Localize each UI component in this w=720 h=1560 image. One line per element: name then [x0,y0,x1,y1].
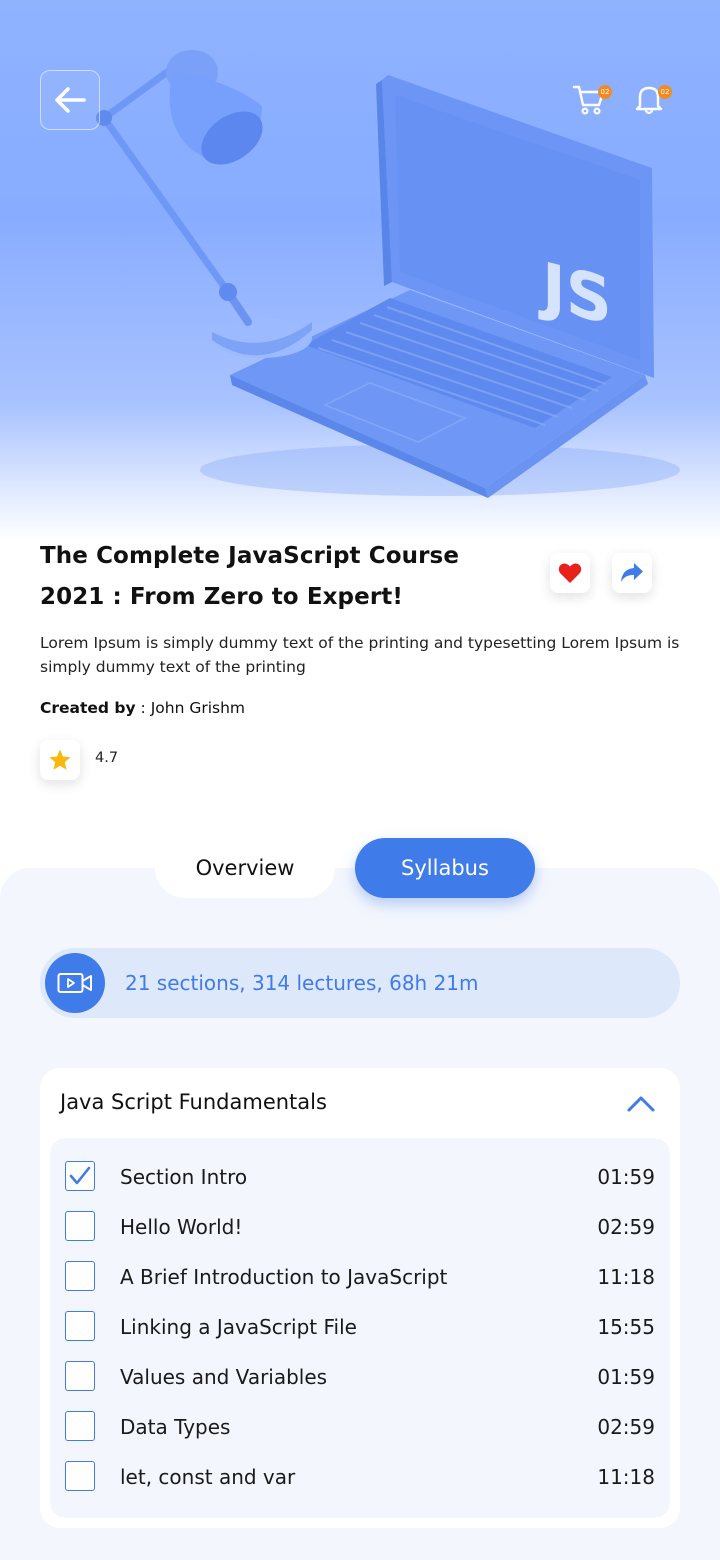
lesson-duration: 01:59 [597,1165,655,1189]
laptop-lamp-illustration: JS [96,50,680,498]
section-title[interactable]: Java Script Fundamentals [60,1090,327,1114]
back-button[interactable] [40,70,100,130]
lesson-title: let, const and var [120,1465,296,1489]
course-title: The Complete JavaScript Course 2021 : Fr… [40,536,520,618]
lesson-row[interactable]: let, const and var 11:18 [50,1452,670,1502]
rating-value: 4.7 [95,750,119,766]
cart-badge: 02 [598,85,612,99]
arrow-left-icon [55,87,86,113]
lesson-list: Section Intro 01:59 Hello World! 02:59 A Bri… [50,1138,670,1518]
lesson-title: A Brief Introduction to JavaScript [120,1265,448,1289]
lesson-row[interactable]: Hello World! 02:59 [50,1202,670,1252]
share-icon [621,563,643,582]
summary-text: 21 sections, 314 lectures, 68h 21m [125,971,479,995]
cart-button[interactable]: 02 [572,82,612,122]
created-by: Created by : John Grishm [40,699,245,717]
check-icon [69,1166,91,1185]
video-icon-circle [45,953,105,1013]
lesson-checkbox[interactable] [65,1311,95,1341]
tab-syllabus[interactable]: Syllabus [355,838,535,898]
rating-badge [40,740,80,780]
lesson-title: Hello World! [120,1215,243,1239]
notification-button[interactable]: 02 [632,82,672,122]
favorite-button[interactable] [550,553,590,593]
lesson-duration: 11:18 [597,1265,655,1289]
star-icon [49,749,71,770]
chevron-up-icon[interactable] [626,1092,656,1116]
lesson-row[interactable]: Section Intro 01:59 [50,1152,670,1202]
course-description: Lorem Ipsum is simply dummy text of the … [40,634,680,676]
lesson-checkbox[interactable] [65,1411,95,1441]
author-name: John Grishm [150,699,246,717]
notification-badge: 02 [658,85,672,99]
section-card: Java Script Fundamentals Section Intro 01… [40,1068,680,1528]
lesson-row[interactable]: Values and Variables 01:59 [50,1352,670,1402]
lesson-title: Section Intro [120,1165,248,1189]
created-by-label: Created by [40,699,136,717]
lesson-title: Linking a JavaScript File [120,1315,357,1339]
lesson-checkbox[interactable] [65,1261,95,1291]
lesson-row[interactable]: A Brief Introduction to JavaScript 11:18 [50,1252,670,1302]
lesson-duration: 15:55 [597,1315,655,1339]
lesson-checkbox[interactable] [65,1161,95,1191]
course-title-line1: The Complete JavaScript Course [40,543,460,569]
share-button[interactable] [612,553,652,593]
hero-banner: JS 02 02 [0,0,720,540]
tab-overview[interactable]: Overview [155,838,335,898]
course-title-line2: 2021 : From Zero to Expert! [40,584,403,610]
lesson-checkbox[interactable] [65,1211,95,1241]
lesson-checkbox[interactable] [65,1461,95,1491]
heart-icon [558,563,582,583]
created-by-separator: : [135,699,151,717]
lesson-row[interactable]: Data Types 02:59 [50,1402,670,1452]
course-summary: 21 sections, 314 lectures, 68h 21m [40,948,680,1018]
lesson-duration: 11:18 [597,1465,655,1489]
lesson-duration: 01:59 [597,1365,655,1389]
video-icon [57,973,92,993]
lesson-row[interactable]: Linking a JavaScript File 15:55 [50,1302,670,1352]
lesson-checkbox[interactable] [65,1361,95,1391]
lesson-duration: 02:59 [597,1415,655,1439]
lesson-title: Values and Variables [120,1365,328,1389]
lesson-title: Data Types [120,1415,231,1439]
lesson-duration: 02:59 [597,1215,655,1239]
